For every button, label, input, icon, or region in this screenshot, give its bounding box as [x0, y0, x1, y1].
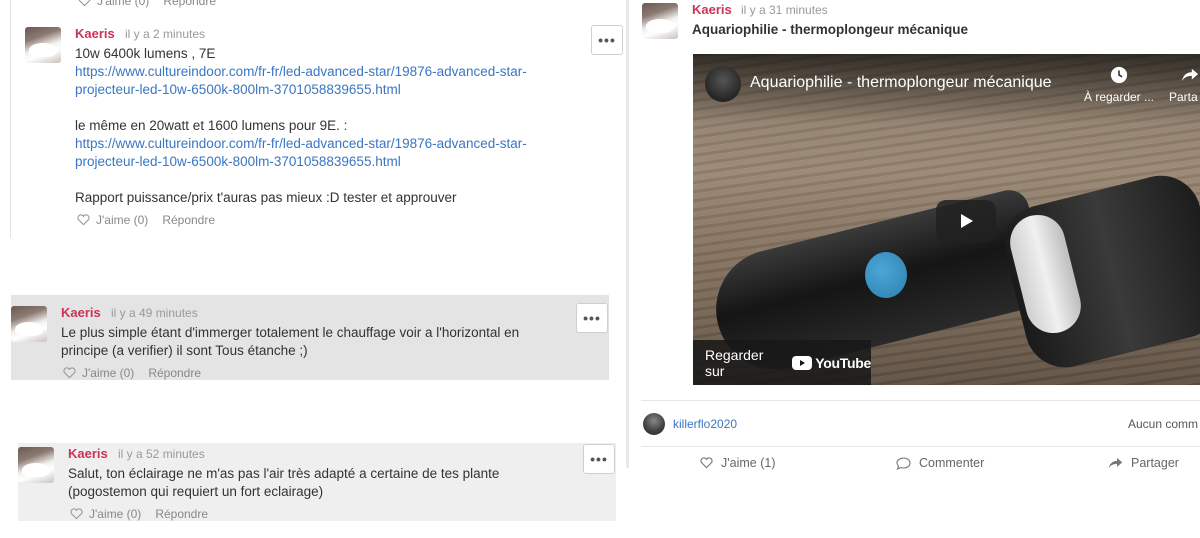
- more-options-button[interactable]: •••: [576, 303, 608, 333]
- comment-actions: J'aime (0) Répondre: [63, 366, 201, 380]
- avatar[interactable]: [11, 306, 47, 342]
- watch-on-label: Regarder sur: [705, 346, 764, 379]
- comment-author[interactable]: Kaeris: [75, 26, 115, 41]
- heart-icon: [700, 457, 713, 469]
- like-button[interactable]: J'aime (0): [63, 366, 134, 380]
- like-label: J'aime (0): [89, 507, 142, 521]
- like-label: J'aime (0): [96, 213, 149, 227]
- reply-link[interactable]: Répondre: [163, 0, 216, 8]
- reply-link[interactable]: Répondre: [162, 213, 215, 227]
- comment-icon: [896, 456, 911, 470]
- video-share-button[interactable]: Parta: [1169, 66, 1200, 104]
- like-button[interactable]: J'aime (0): [78, 0, 149, 8]
- youtube-logo-icon: YouTube: [792, 355, 871, 371]
- youtube-brand: YouTube: [815, 354, 871, 371]
- more-options-button[interactable]: •••: [583, 444, 615, 474]
- post-share-button[interactable]: Partager: [1108, 456, 1179, 470]
- like-button[interactable]: J'aime (0): [70, 507, 141, 521]
- comment-actions: J'aime (0) Répondre: [77, 213, 215, 227]
- comment-time: il y a 2 minutes: [125, 27, 206, 41]
- user-avatar[interactable]: [643, 413, 665, 435]
- reply-link[interactable]: Répondre: [155, 507, 208, 521]
- heart-icon: [78, 0, 91, 7]
- post-comment-button[interactable]: Commenter: [896, 456, 984, 470]
- comment-line: principe (a verifier) il sont Tous étanc…: [61, 343, 308, 358]
- comment-line: le même en 20watt et 1600 lumens pour 9E…: [75, 118, 348, 133]
- channel-icon[interactable]: [705, 66, 741, 102]
- left-column-border: [10, 0, 11, 238]
- watch-later-button[interactable]: À regarder ...: [1079, 66, 1159, 104]
- avatar[interactable]: [642, 3, 678, 39]
- avatar[interactable]: [18, 447, 54, 483]
- reply-link[interactable]: Répondre: [148, 366, 201, 380]
- post-author[interactable]: Kaeris: [692, 2, 732, 17]
- heart-icon: [70, 508, 83, 520]
- share-arrow-icon: [1108, 457, 1123, 468]
- comment-line: Rapport puissance/prix t'auras pas mieux…: [75, 190, 457, 205]
- post-divider: [641, 446, 1200, 447]
- link-text: https://www.cultureindoor.com/fr-fr/led-…: [75, 64, 527, 79]
- comment-time: il y a 49 minutes: [111, 306, 198, 320]
- video-title[interactable]: Aquariophilie - thermoplongeur mécanique: [750, 74, 1052, 92]
- comment-time: il y a 52 minutes: [118, 447, 205, 461]
- product-link[interactable]: https://www.cultureindoor.com/fr-fr/led-…: [75, 135, 595, 171]
- comment-author[interactable]: Kaeris: [68, 446, 108, 461]
- comment-body: 10w 6400k lumens , 7E https://www.cultur…: [75, 45, 595, 207]
- share-icon: [1181, 68, 1199, 82]
- column-separator: [626, 0, 629, 468]
- top-fragment-actions: J'aime (0) Répondre: [78, 0, 216, 8]
- watch-later-label: À regarder ...: [1083, 90, 1155, 104]
- avatar[interactable]: [25, 27, 61, 63]
- link-text: projecteur-led-10w-6500k-800lm-370105883…: [75, 154, 401, 169]
- clock-icon: [1110, 66, 1128, 84]
- like-button[interactable]: J'aime (0): [77, 213, 148, 227]
- user-link[interactable]: killerflo2020: [673, 417, 737, 431]
- comment-line: (pogostemon qui requiert un fort eclaira…: [68, 484, 324, 499]
- comment-line: Salut, ton éclairage ne m'as pas l'air t…: [68, 466, 500, 481]
- comment-author[interactable]: Kaeris: [61, 305, 101, 320]
- thumbnail-component: [865, 252, 907, 298]
- play-button[interactable]: [936, 200, 996, 242]
- play-icon: [961, 214, 973, 228]
- heart-icon: [63, 367, 76, 379]
- post-title[interactable]: Aquariophilie - thermoplongeur mécanique: [692, 22, 968, 37]
- product-link[interactable]: https://www.cultureindoor.com/fr-fr/led-…: [75, 63, 595, 99]
- share-label: Partager: [1131, 456, 1179, 470]
- comment-body: Le plus simple étant d'immerger totaleme…: [61, 324, 571, 360]
- comment-count: Aucun comm: [1128, 417, 1199, 431]
- watch-on-youtube-button[interactable]: Regarder sur YouTube: [693, 340, 871, 385]
- more-options-button[interactable]: •••: [591, 25, 623, 55]
- comment-label: Commenter: [919, 456, 985, 470]
- like-label: J'aime (0): [97, 0, 150, 8]
- comment-line: 10w 6400k lumens , 7E: [75, 46, 216, 61]
- like-label: J'aime (0): [82, 366, 135, 380]
- youtube-video-player[interactable]: Aquariophilie - thermoplongeur mécanique…: [693, 54, 1200, 385]
- post-like-button[interactable]: J'aime (1): [700, 456, 775, 470]
- link-text: projecteur-led-10w-6500k-800lm-370105883…: [75, 82, 401, 97]
- share-label: Parta: [1169, 90, 1198, 104]
- post-divider: [641, 400, 1200, 401]
- like-label: J'aime (1): [721, 456, 776, 470]
- comment-line: Le plus simple étant d'immerger totaleme…: [61, 325, 520, 340]
- heart-icon: [77, 214, 90, 226]
- comment-body: Salut, ton éclairage ne m'as pas l'air t…: [68, 465, 578, 501]
- link-text: https://www.cultureindoor.com/fr-fr/led-…: [75, 136, 527, 151]
- post-time: il y a 31 minutes: [741, 3, 828, 17]
- comment-actions: J'aime (0) Répondre: [70, 507, 208, 521]
